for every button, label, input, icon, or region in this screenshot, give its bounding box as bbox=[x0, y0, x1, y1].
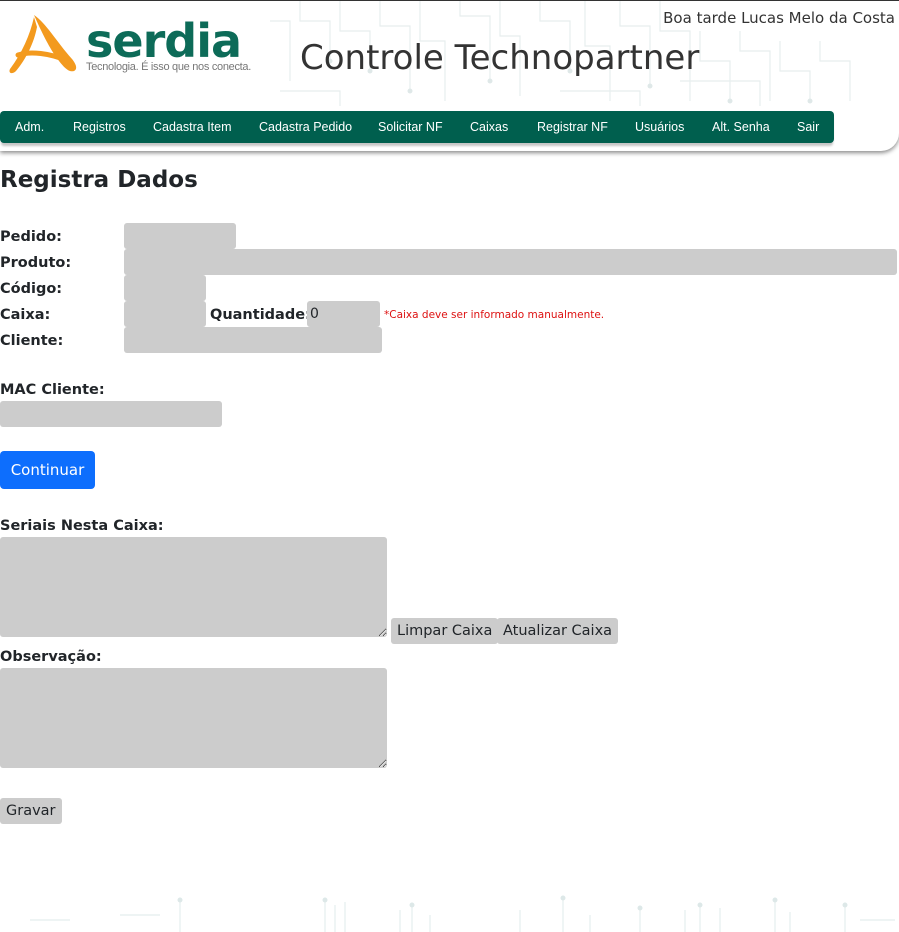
produto-input[interactable] bbox=[124, 249, 897, 275]
atualizar-caixa-button[interactable]: Atualizar Caixa bbox=[497, 618, 619, 644]
observacao-label: Observação: bbox=[0, 649, 102, 665]
cliente-input[interactable] bbox=[124, 327, 382, 353]
header: serdia Tecnologia. É isso que nos conect… bbox=[0, 0, 899, 151]
observacao-textarea[interactable] bbox=[0, 668, 387, 768]
quantidade-label: Quantidade: bbox=[210, 307, 311, 323]
codigo-input[interactable] bbox=[124, 275, 206, 301]
caixa-hint: *Caixa deve ser informado manualmente. bbox=[384, 309, 605, 321]
nav-item-adm[interactable]: Adm. bbox=[15, 111, 44, 143]
nav-item-cadastra-item[interactable]: Cadastra Item bbox=[153, 111, 232, 143]
footer-circuit-decoration bbox=[30, 895, 895, 932]
mac-cliente-label: MAC Cliente: bbox=[0, 382, 105, 398]
nav-item-sair[interactable]: Sair bbox=[797, 111, 819, 143]
nav-item-caixas[interactable]: Caixas bbox=[470, 111, 508, 143]
codigo-label: Código: bbox=[0, 281, 63, 297]
pedido-input[interactable] bbox=[124, 223, 236, 249]
page-title: Registra Dados bbox=[0, 167, 198, 193]
gravar-button[interactable]: Gravar bbox=[0, 798, 62, 824]
pedido-label: Pedido: bbox=[0, 229, 62, 245]
main-navbar: Adm. Registros Cadastra Item Cadastra Pe… bbox=[0, 111, 834, 143]
user-greeting: Boa tarde Lucas Melo da Costa bbox=[663, 9, 895, 27]
mac-cliente-input[interactable] bbox=[0, 401, 222, 427]
continuar-button[interactable]: Continuar bbox=[0, 451, 95, 489]
logo-wordmark: serdia bbox=[86, 14, 242, 68]
nav-item-alt-senha[interactable]: Alt. Senha bbox=[712, 111, 770, 143]
seriais-label: Seriais Nesta Caixa: bbox=[0, 518, 164, 534]
serdia-logo-mark bbox=[9, 15, 77, 74]
nav-item-solicitar-nf[interactable]: Solicitar NF bbox=[378, 111, 443, 143]
nav-item-cadastra-pedido[interactable]: Cadastra Pedido bbox=[259, 111, 352, 143]
caixa-label: Caixa: bbox=[0, 307, 51, 323]
nav-item-usuarios[interactable]: Usuários bbox=[635, 111, 684, 143]
cliente-label: Cliente: bbox=[0, 333, 64, 349]
limpar-caixa-button[interactable]: Limpar Caixa bbox=[391, 618, 499, 644]
produto-label: Produto: bbox=[0, 255, 72, 271]
caixa-input[interactable] bbox=[124, 301, 206, 327]
serdia-logo: serdia Tecnologia. É isso que nos conect… bbox=[4, 13, 274, 77]
nav-item-registrar-nf[interactable]: Registrar NF bbox=[537, 111, 608, 143]
logo-tagline: Tecnologia. É isso que nos conecta. bbox=[86, 61, 252, 73]
app-title: Controle Technopartner bbox=[300, 38, 700, 78]
quantidade-input[interactable] bbox=[307, 301, 380, 327]
nav-item-registros[interactable]: Registros bbox=[73, 111, 126, 143]
seriais-textarea[interactable] bbox=[0, 537, 387, 637]
